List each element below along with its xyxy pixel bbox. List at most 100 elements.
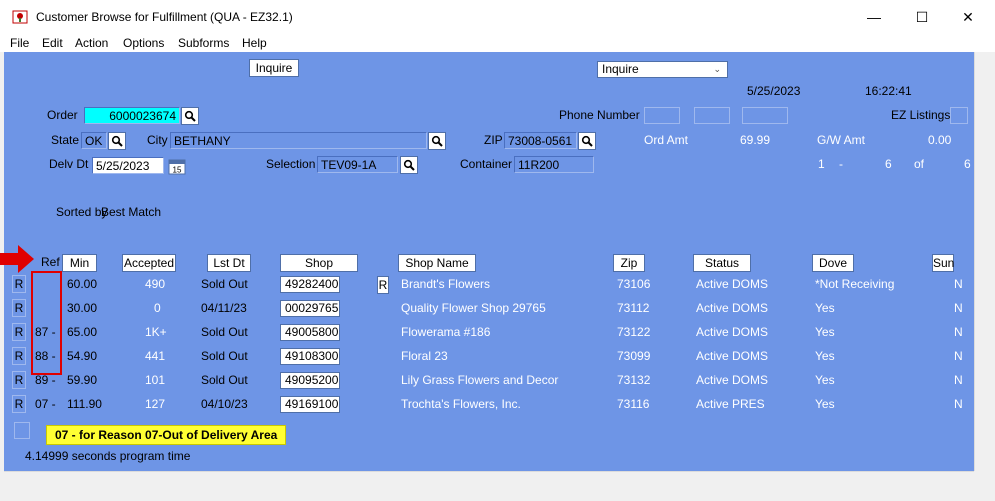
col-min-button[interactable]: Min bbox=[62, 254, 97, 272]
row-accepted: 101 bbox=[145, 373, 166, 387]
row-min: 111.90 bbox=[67, 397, 102, 411]
search-icon bbox=[581, 135, 593, 147]
program-time: 4.14999 seconds program time bbox=[25, 449, 191, 463]
row-dove: *Not Receiving bbox=[815, 277, 895, 291]
col-zip-button[interactable]: Zip bbox=[613, 254, 645, 272]
row-zip: 73106 bbox=[617, 277, 651, 291]
calendar-icon[interactable]: 15 bbox=[168, 157, 186, 175]
row-sun: N bbox=[954, 397, 963, 411]
row-shop-name: Floral 23 bbox=[401, 349, 448, 363]
row-r-button[interactable]: R bbox=[12, 299, 26, 317]
row-shop[interactable]: 49005800 bbox=[280, 324, 340, 341]
zip-search-button[interactable] bbox=[578, 132, 596, 150]
row-flag-button[interactable]: R bbox=[377, 276, 389, 294]
col-lst-dt-button[interactable]: Lst Dt bbox=[207, 254, 251, 272]
row-status: Active DOMS bbox=[696, 349, 769, 363]
search-icon bbox=[111, 135, 123, 147]
row-shop[interactable]: 00029765 bbox=[280, 300, 340, 317]
sorted-by-label: Sorted by bbox=[56, 205, 108, 219]
col-accepted-button[interactable]: Accepted bbox=[122, 254, 176, 272]
row-shop[interactable]: 49169100 bbox=[280, 396, 340, 413]
browse-form: Inquire Inquire ⌄ 5/25/2023 16:22:41 Ord… bbox=[0, 52, 974, 471]
row-zip: 73132 bbox=[617, 373, 651, 387]
range-total: 6 bbox=[964, 157, 971, 171]
menu-options[interactable]: Options bbox=[123, 36, 164, 50]
row-r-button[interactable]: R bbox=[12, 347, 26, 365]
menu-file[interactable]: File bbox=[10, 36, 29, 50]
delv-dt-label: Delv Dt bbox=[49, 157, 89, 171]
state-label: State bbox=[51, 133, 80, 147]
row-r-button[interactable]: R bbox=[12, 371, 26, 389]
selection-field[interactable]: TEV09-1A bbox=[317, 156, 398, 173]
row-status: Active DOMS bbox=[696, 277, 769, 291]
row-status: Active DOMS bbox=[696, 325, 769, 339]
maximize-button[interactable]: ☐ bbox=[900, 6, 944, 28]
row-min: 54.90 bbox=[67, 349, 98, 363]
container-field[interactable]: 11R200 bbox=[514, 156, 594, 173]
ez-listings-checkbox[interactable] bbox=[950, 107, 968, 124]
vertical-scrollbar[interactable] bbox=[974, 52, 992, 471]
container-label: Container bbox=[460, 157, 513, 171]
reason-tooltip: 07 - for Reason 07-Out of Delivery Area bbox=[46, 425, 286, 445]
col-shop-button[interactable]: Shop bbox=[280, 254, 358, 272]
inquire-combo[interactable]: Inquire ⌄ bbox=[597, 61, 728, 78]
row-zip: 73122 bbox=[617, 325, 651, 339]
city-search-button[interactable] bbox=[428, 132, 446, 150]
search-icon bbox=[403, 159, 415, 171]
row-shop-name: Quality Flower Shop 29765 bbox=[401, 301, 546, 315]
phone-prefix-field[interactable] bbox=[694, 107, 730, 124]
row-shop[interactable]: 49282400 bbox=[280, 276, 340, 293]
window-title: Customer Browse for Fulfillment (QUA - E… bbox=[36, 10, 293, 24]
phone-line-field[interactable] bbox=[742, 107, 788, 124]
order-search-button[interactable] bbox=[181, 107, 199, 125]
minimize-button[interactable]: — bbox=[852, 6, 896, 28]
inquire-button[interactable]: Inquire bbox=[249, 59, 299, 77]
inquire-combo-value: Inquire bbox=[602, 62, 639, 76]
col-status-button[interactable]: Status bbox=[693, 254, 751, 272]
chevron-down-icon: ⌄ bbox=[713, 64, 721, 74]
gw-amt-label: G/W Amt bbox=[817, 133, 865, 147]
row-shop[interactable]: 49108300 bbox=[280, 348, 340, 365]
menu-help[interactable]: Help bbox=[242, 36, 267, 50]
range-dash: - bbox=[839, 157, 843, 171]
city-field[interactable]: BETHANY bbox=[170, 132, 427, 149]
row-accepted: 0 bbox=[154, 301, 161, 315]
ref-highlight-box bbox=[31, 271, 62, 375]
state-search-button[interactable] bbox=[108, 132, 126, 150]
col-shop-name-button[interactable]: Shop Name bbox=[398, 254, 476, 272]
row-dove: Yes bbox=[815, 373, 835, 387]
row-ref: 89 - bbox=[35, 373, 56, 387]
col-sun-button[interactable]: Sun bbox=[932, 254, 954, 272]
row-r-button[interactable]: R bbox=[12, 323, 26, 341]
row-zip: 73099 bbox=[617, 349, 651, 363]
selection-search-button[interactable] bbox=[400, 156, 418, 174]
menu-subforms[interactable]: Subforms bbox=[178, 36, 229, 50]
row-zip: 73112 bbox=[617, 301, 650, 315]
row-shop-name: Trochta's Flowers, Inc. bbox=[401, 397, 521, 411]
zip-field[interactable]: 73008-0561 bbox=[504, 132, 577, 149]
order-label: Order bbox=[47, 108, 78, 122]
row-dove: Yes bbox=[815, 301, 835, 315]
row-r-button[interactable]: R bbox=[12, 275, 26, 293]
range-to: 6 bbox=[885, 157, 892, 171]
close-button[interactable]: ✕ bbox=[946, 6, 990, 28]
row-dove: Yes bbox=[815, 325, 835, 339]
order-field[interactable]: 6000023674 bbox=[84, 107, 180, 124]
row-status: Active DOMS bbox=[696, 373, 769, 387]
row-shop[interactable]: 49095200 bbox=[280, 372, 340, 389]
row-accepted: 1K+ bbox=[145, 325, 167, 339]
red-arrow-icon bbox=[0, 245, 34, 273]
delv-dt-field[interactable]: 5/25/2023 bbox=[92, 157, 164, 174]
bottom-checkbox[interactable] bbox=[14, 422, 30, 439]
row-r-button[interactable]: R bbox=[12, 395, 26, 413]
row-status: Active DOMS bbox=[696, 301, 769, 315]
row-shop-name: Lily Grass Flowers and Decor bbox=[401, 373, 559, 387]
row-accepted: 490 bbox=[145, 277, 166, 291]
col-dove-button[interactable]: Dove bbox=[812, 254, 854, 272]
menu-action[interactable]: Action bbox=[75, 36, 108, 50]
menu-edit[interactable]: Edit bbox=[42, 36, 63, 50]
phone-area-field[interactable] bbox=[644, 107, 680, 124]
row-min: 59.90 bbox=[67, 373, 98, 387]
row-sun: N bbox=[954, 325, 963, 339]
state-field[interactable]: OK bbox=[81, 132, 107, 149]
